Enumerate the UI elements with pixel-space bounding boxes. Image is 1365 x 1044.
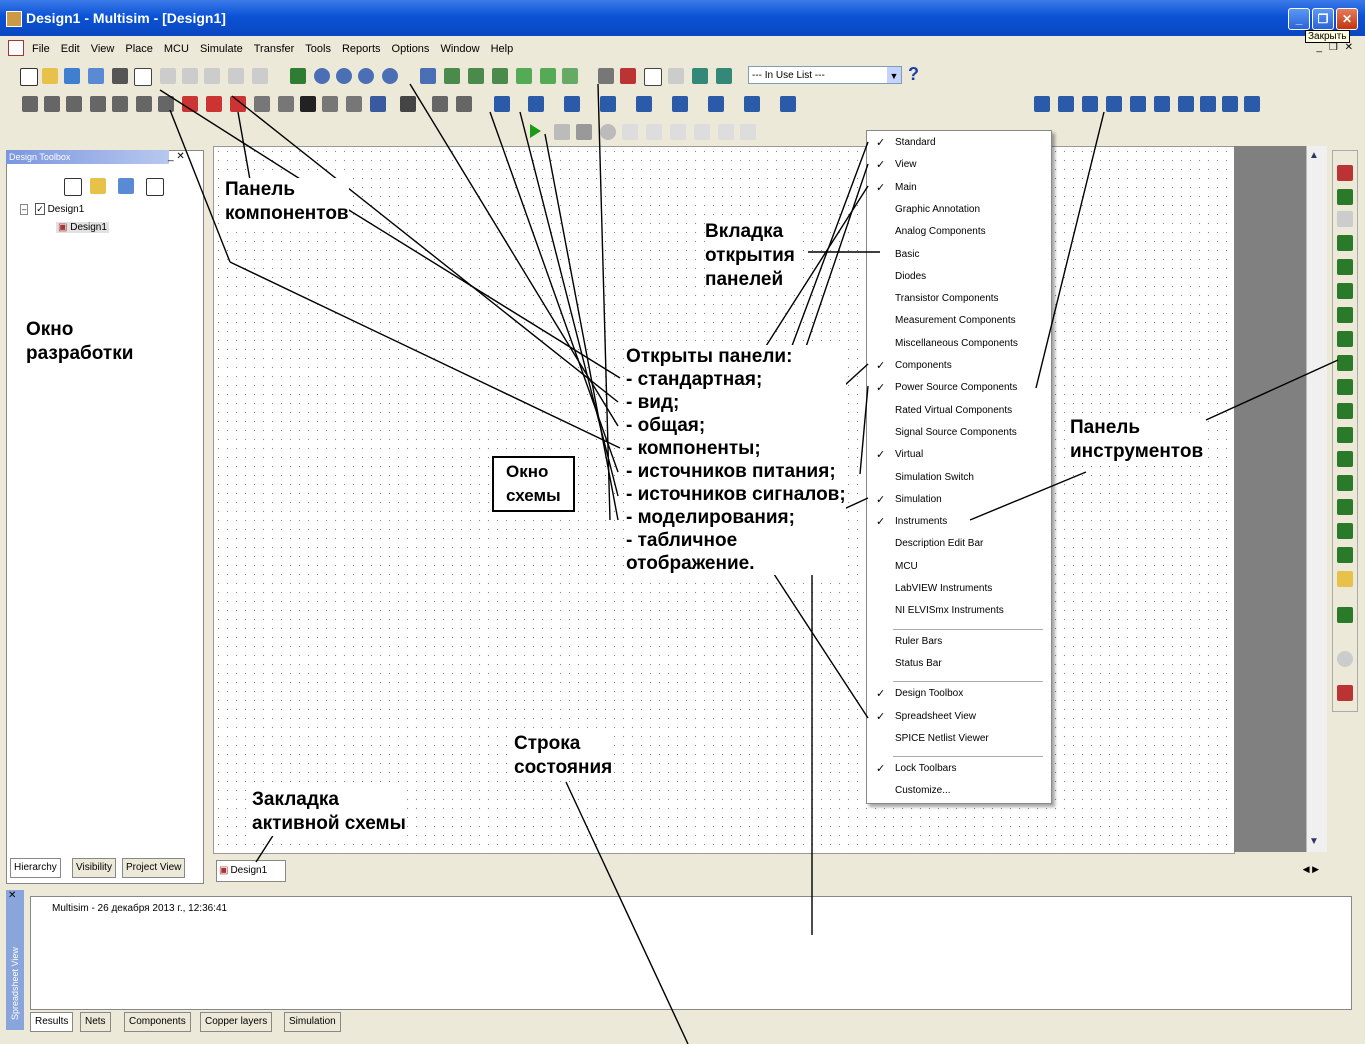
annotation-line: Окно — [506, 462, 549, 481]
annotation-line: - общая; — [626, 415, 706, 436]
annotation-instruments-panel: Панель инструментов — [1070, 416, 1204, 464]
annotation-line: инструментов — [1070, 441, 1204, 462]
annotation-line: - стандартная; — [626, 369, 763, 390]
annotation-line: активной схемы — [252, 813, 406, 834]
annotation-components-panel: Панель компонентов — [225, 178, 349, 226]
annotation-open-tab: Вкладка открытия панелей — [705, 220, 795, 292]
annotation-line: открытия — [705, 245, 795, 266]
annotation-line: Строка — [514, 733, 581, 754]
annotation-active-tab: Закладка активной схемы — [252, 788, 406, 836]
annotation-line: разработки — [26, 343, 134, 364]
annotation-open-panels: Открыты панели: - стандартная; - вид; - … — [626, 345, 846, 575]
annotation-line: - моделирования; — [626, 507, 795, 528]
annotation-line: - вид; — [626, 392, 680, 413]
annotation-line: Закладка — [252, 789, 339, 810]
annotation-line: - табличное — [626, 530, 738, 551]
annotation-line: компонентов — [225, 203, 349, 224]
annotation-line: Панель — [1070, 417, 1141, 438]
annotation-status-line: Строка состояния — [514, 732, 613, 780]
annotation-line: Панель — [225, 179, 296, 200]
annotation-line: Вкладка — [705, 221, 784, 242]
annotation-line: схемы — [506, 486, 561, 505]
annotation-line: Окно — [26, 319, 74, 340]
annotation-line: - источников сигналов; — [626, 484, 846, 505]
annotation-line: состояния — [514, 757, 613, 778]
annotation-line: панелей — [705, 269, 784, 290]
annotation-line: отображение. — [626, 553, 755, 574]
annotation-schema-window: Окно схемы — [492, 456, 575, 512]
annotation-design-window: Окно разработки — [26, 318, 134, 366]
annotation-line: - источников питания; — [626, 461, 836, 482]
annotation-line: Открыты панели: — [626, 346, 793, 367]
annotation-line: - компоненты; — [626, 438, 761, 459]
